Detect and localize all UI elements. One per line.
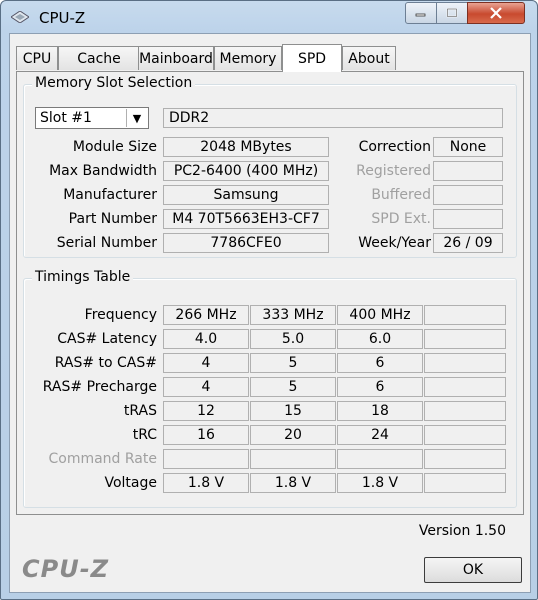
max-bandwidth-label: Max Bandwidth bbox=[49, 163, 157, 179]
timing-cell: 6 bbox=[337, 353, 423, 373]
registered-field bbox=[433, 161, 503, 181]
timing-cell: 15 bbox=[250, 401, 336, 421]
timing-cell bbox=[424, 473, 506, 493]
timing-cell bbox=[424, 449, 506, 469]
timing-cell: 400 MHz bbox=[337, 305, 423, 325]
timing-row-label: tRAS bbox=[123, 403, 157, 419]
app-window: CPU-Z CPU Cache Mainboard Memory SPD Abo… bbox=[0, 0, 538, 600]
timing-cell bbox=[424, 425, 506, 445]
timing-row-label: CAS# Latency bbox=[57, 331, 157, 347]
tab-cache[interactable]: Cache bbox=[58, 46, 140, 70]
tab-memory[interactable]: Memory bbox=[214, 46, 282, 70]
spd-ext-field bbox=[433, 209, 503, 229]
slot-select[interactable]: Slot #1 ▼ bbox=[35, 107, 149, 129]
tab-label: Mainboard bbox=[139, 50, 213, 67]
tab-label: Cache bbox=[77, 50, 121, 67]
timing-row-label: Voltage bbox=[104, 475, 157, 491]
timing-cell bbox=[424, 401, 506, 421]
timing-cell: 24 bbox=[337, 425, 423, 445]
timing-cell: 4.0 bbox=[163, 329, 249, 349]
close-button[interactable] bbox=[467, 2, 525, 24]
correction-field: None bbox=[433, 137, 503, 157]
serial-number-field: 7786CFE0 bbox=[163, 233, 329, 253]
chevron-down-icon[interactable]: ▼ bbox=[126, 109, 147, 127]
maximize-icon bbox=[446, 8, 458, 18]
buffered-field bbox=[433, 185, 503, 205]
timing-row-label: Command Rate bbox=[48, 451, 157, 467]
tab-about[interactable]: About bbox=[342, 46, 396, 70]
timing-cell bbox=[424, 329, 506, 349]
tab-label: CPU bbox=[22, 50, 52, 67]
tab-label: Memory bbox=[219, 50, 277, 67]
module-size-field: 2048 MBytes bbox=[163, 137, 329, 157]
week-year-label: Week/Year bbox=[358, 235, 431, 251]
timing-cell: 18 bbox=[337, 401, 423, 421]
version-label: Version 1.50 bbox=[418, 523, 506, 539]
timing-cell: 12 bbox=[163, 401, 249, 421]
buffered-label: Buffered bbox=[371, 187, 431, 203]
week-year-field: 26 / 09 bbox=[433, 233, 503, 253]
timing-row-label: RAS# Precharge bbox=[42, 379, 157, 395]
tab-mainboard[interactable]: Mainboard bbox=[138, 46, 214, 70]
timing-cell: 4 bbox=[163, 353, 249, 373]
timing-cell: 5.0 bbox=[250, 329, 336, 349]
timing-cell: 4 bbox=[163, 377, 249, 397]
ok-button-label: OK bbox=[462, 562, 484, 578]
timing-row-label: tRC bbox=[132, 427, 157, 443]
max-bandwidth-field: PC2-6400 (400 MHz) bbox=[163, 161, 329, 181]
timing-row-label: RAS# to CAS# bbox=[54, 355, 157, 371]
timing-cell: 1.8 V bbox=[163, 473, 249, 493]
timing-cell: 333 MHz bbox=[250, 305, 336, 325]
tab-cpu[interactable]: CPU bbox=[16, 46, 58, 70]
spd-tab-panel: Memory Slot Selection Slot #1 ▼ DDR2 Mod… bbox=[16, 71, 524, 515]
dialog-client-area: CPU Cache Mainboard Memory SPD About Mem… bbox=[9, 33, 531, 593]
timing-cell: 16 bbox=[163, 425, 249, 445]
timing-cell: 5 bbox=[250, 353, 336, 373]
timing-cell bbox=[337, 449, 423, 469]
part-number-label: Part Number bbox=[68, 211, 157, 227]
minimize-icon bbox=[415, 13, 426, 17]
minimize-button[interactable] bbox=[405, 2, 437, 24]
memory-type-field: DDR2 bbox=[163, 108, 503, 128]
timing-cell: 6 bbox=[337, 377, 423, 397]
timing-cell bbox=[424, 353, 506, 373]
timing-cell bbox=[424, 377, 506, 397]
timing-cell: 1.8 V bbox=[250, 473, 336, 493]
tab-label: SPD bbox=[297, 50, 327, 67]
timing-cell: 1.8 V bbox=[337, 473, 423, 493]
slot-select-value: Slot #1 bbox=[40, 110, 92, 126]
timing-cell: 20 bbox=[250, 425, 336, 445]
timing-cell bbox=[250, 449, 336, 469]
tab-label: About bbox=[348, 50, 390, 67]
manufacturer-field: Samsung bbox=[163, 185, 329, 205]
tab-spd[interactable]: SPD bbox=[282, 44, 342, 72]
cpu-z-app-icon bbox=[11, 11, 29, 23]
module-size-label: Module Size bbox=[72, 139, 157, 155]
manufacturer-label: Manufacturer bbox=[63, 187, 157, 203]
spd-ext-label: SPD Ext. bbox=[371, 211, 431, 227]
serial-number-label: Serial Number bbox=[56, 235, 157, 251]
maximize-button[interactable] bbox=[436, 2, 468, 24]
group-legend: Memory Slot Selection bbox=[32, 75, 196, 91]
group-legend: Timings Table bbox=[32, 269, 134, 285]
timing-cell bbox=[163, 449, 249, 469]
close-icon bbox=[490, 7, 502, 19]
window-title: CPU-Z bbox=[39, 9, 86, 27]
timing-row-label: Frequency bbox=[84, 307, 157, 323]
ok-button[interactable]: OK bbox=[424, 557, 522, 583]
registered-label: Registered bbox=[356, 163, 431, 179]
title-bar[interactable]: CPU-Z bbox=[1, 1, 537, 33]
timing-cell bbox=[424, 305, 506, 325]
correction-label: Correction bbox=[358, 139, 431, 155]
timing-cell: 5 bbox=[250, 377, 336, 397]
cpu-z-logo: CPU-Z bbox=[22, 555, 110, 583]
part-number-field: M4 70T5663EH3-CF7 bbox=[163, 209, 329, 229]
timing-cell: 266 MHz bbox=[163, 305, 249, 325]
timing-cell: 6.0 bbox=[337, 329, 423, 349]
